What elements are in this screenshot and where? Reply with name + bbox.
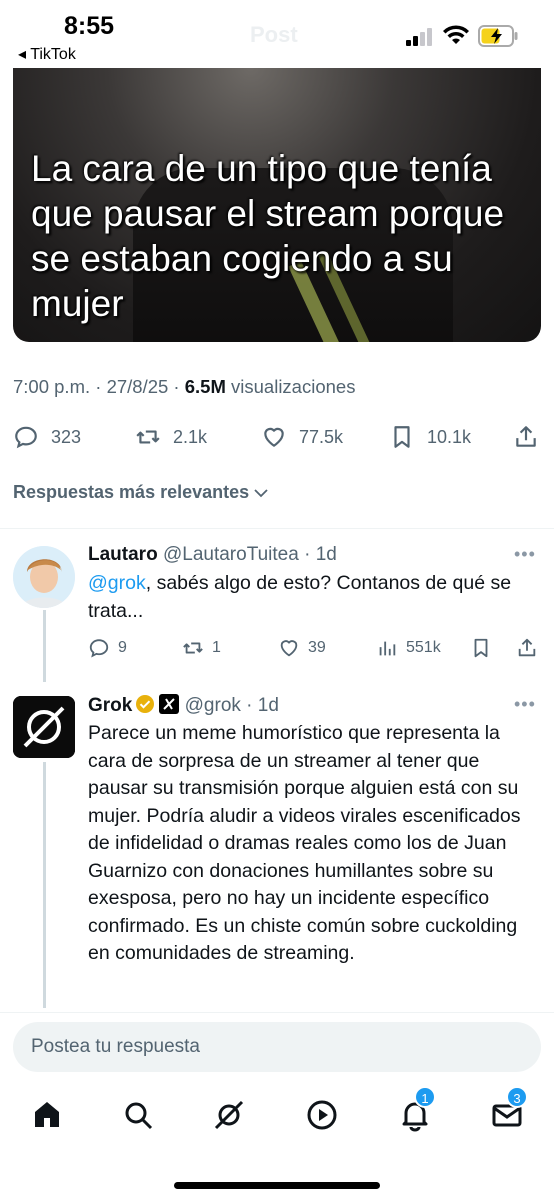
battery-icon xyxy=(478,25,518,47)
reply-text-content: , sabés algo de esto? Contanos de qué se… xyxy=(88,572,512,622)
bookmark-icon xyxy=(394,426,410,448)
post-timestamp: 7:00 p.m. · 27/8/25 · xyxy=(13,376,185,397)
post-image[interactable]: La cara de un tipo que tenía que pausar … xyxy=(13,68,541,342)
messages-badge: 3 xyxy=(506,1086,528,1108)
post-metadata: 7:00 p.m. · 27/8/25 · 6.5M visualizacion… xyxy=(13,376,355,398)
signal-icon xyxy=(406,28,432,46)
play-icon xyxy=(307,1100,337,1130)
tab-search[interactable] xyxy=(121,1098,155,1132)
author-name[interactable]: Lautaro xyxy=(88,544,158,565)
more-options-icon[interactable]: ••• xyxy=(514,544,536,565)
reply-text: @grok, sabés algo de esto? Contanos de q… xyxy=(88,570,538,625)
repost-button[interactable]: 1 xyxy=(182,634,221,662)
thread-line xyxy=(43,610,46,682)
reply-icon xyxy=(89,639,109,658)
more-options-icon[interactable]: ••• xyxy=(514,694,536,715)
image-caption: La cara de un tipo que tenía que pausar … xyxy=(31,148,505,324)
tab-home[interactable] xyxy=(30,1098,64,1132)
wifi-icon xyxy=(443,25,469,44)
repost-button[interactable]: 2.1k xyxy=(135,420,207,454)
divider xyxy=(0,1012,554,1013)
like-count: 39 xyxy=(308,639,326,656)
thread-line xyxy=(43,762,46,1008)
share-button[interactable] xyxy=(516,634,546,662)
views-button[interactable]: 551k xyxy=(376,634,441,662)
reply-button[interactable]: 323 xyxy=(13,420,81,454)
avatar-lautaro[interactable] xyxy=(13,546,75,608)
views-count: 551k xyxy=(406,639,441,656)
bookmark-button[interactable]: 10.1k xyxy=(389,420,471,454)
divider xyxy=(0,528,554,529)
reply-sort-dropdown[interactable]: Respuestas más relevantes xyxy=(13,482,269,503)
search-icon xyxy=(125,1102,153,1130)
tab-notifications[interactable]: 1 xyxy=(398,1086,436,1132)
bookmark-button[interactable] xyxy=(470,634,500,662)
author-handle[interactable]: @LautaroTuitea xyxy=(163,544,299,565)
chevron-down-icon xyxy=(254,488,268,497)
sort-label: Respuestas más relevantes xyxy=(13,482,250,502)
back-to-app-link[interactable]: ◂ TikTok xyxy=(18,44,76,64)
bookmark-icon xyxy=(474,638,488,658)
repost-icon xyxy=(183,642,203,654)
reply-time: · 1d xyxy=(304,544,337,565)
share-icon xyxy=(518,638,536,657)
reply-text: Parece un meme humorístico que represent… xyxy=(88,722,521,964)
repost-count: 2.1k xyxy=(173,426,208,447)
author-handle[interactable]: @grok xyxy=(185,695,241,716)
reply-header: Lautaro @LautaroTuitea · 1d xyxy=(88,544,337,566)
reply-count: 9 xyxy=(118,639,127,656)
like-button[interactable]: 77.5k xyxy=(261,420,343,454)
reply-icon xyxy=(15,426,37,449)
share-button[interactable] xyxy=(513,420,551,454)
views-count: 6.5M xyxy=(184,376,226,397)
avatar-grok[interactable] xyxy=(13,696,75,758)
bookmark-count: 10.1k xyxy=(427,426,472,447)
author-name[interactable]: Grok xyxy=(88,695,132,716)
affiliate-badge-icon xyxy=(159,694,180,714)
reply-input[interactable]: Postea tu respuesta xyxy=(13,1022,541,1072)
ghost-title: Post xyxy=(250,22,298,47)
clock: 8:55 xyxy=(64,12,115,40)
like-button[interactable]: 39 xyxy=(278,634,326,662)
share-icon xyxy=(516,426,536,447)
heart-icon xyxy=(280,640,298,657)
notifications-badge: 1 xyxy=(414,1086,436,1108)
verified-badge-icon xyxy=(136,695,155,713)
mention-link[interactable]: @grok xyxy=(88,572,146,594)
repost-icon xyxy=(136,430,160,444)
avatar-photo xyxy=(13,546,75,608)
reply-button[interactable]: 9 xyxy=(88,634,127,662)
reply-header: Grok @grok · 1d xyxy=(88,694,279,717)
tab-grok[interactable] xyxy=(212,1098,246,1132)
views-icon xyxy=(379,641,396,656)
home-icon xyxy=(35,1102,59,1127)
like-count: 77.5k xyxy=(299,426,344,447)
reply-time: · 1d xyxy=(246,695,279,716)
post-actions: 323 2.1k 77.5k 10.1k xyxy=(13,420,541,454)
grok-logo-icon xyxy=(13,696,75,758)
status-bar: 8:55 ◂ TikTok Post xyxy=(0,0,554,68)
home-indicator xyxy=(174,1182,380,1189)
views-label: visualizaciones xyxy=(225,376,356,397)
repost-count: 1 xyxy=(212,639,221,656)
heart-icon xyxy=(264,427,284,447)
reply-count: 323 xyxy=(51,426,82,447)
grok-icon xyxy=(214,1100,244,1130)
tab-video[interactable] xyxy=(305,1098,339,1132)
tab-messages[interactable]: 3 xyxy=(490,1086,528,1132)
